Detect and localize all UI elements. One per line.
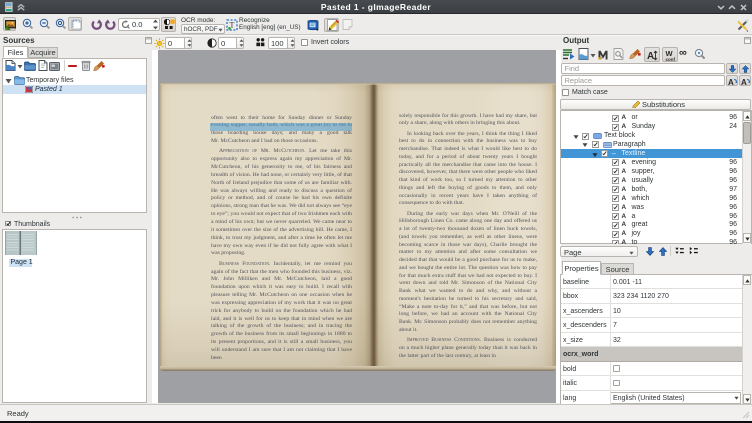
svg-text:A: A <box>741 78 747 86</box>
svg-text:A: A <box>728 78 734 86</box>
svg-text:A: A <box>647 51 654 61</box>
svg-text:conf: conf <box>666 57 676 61</box>
